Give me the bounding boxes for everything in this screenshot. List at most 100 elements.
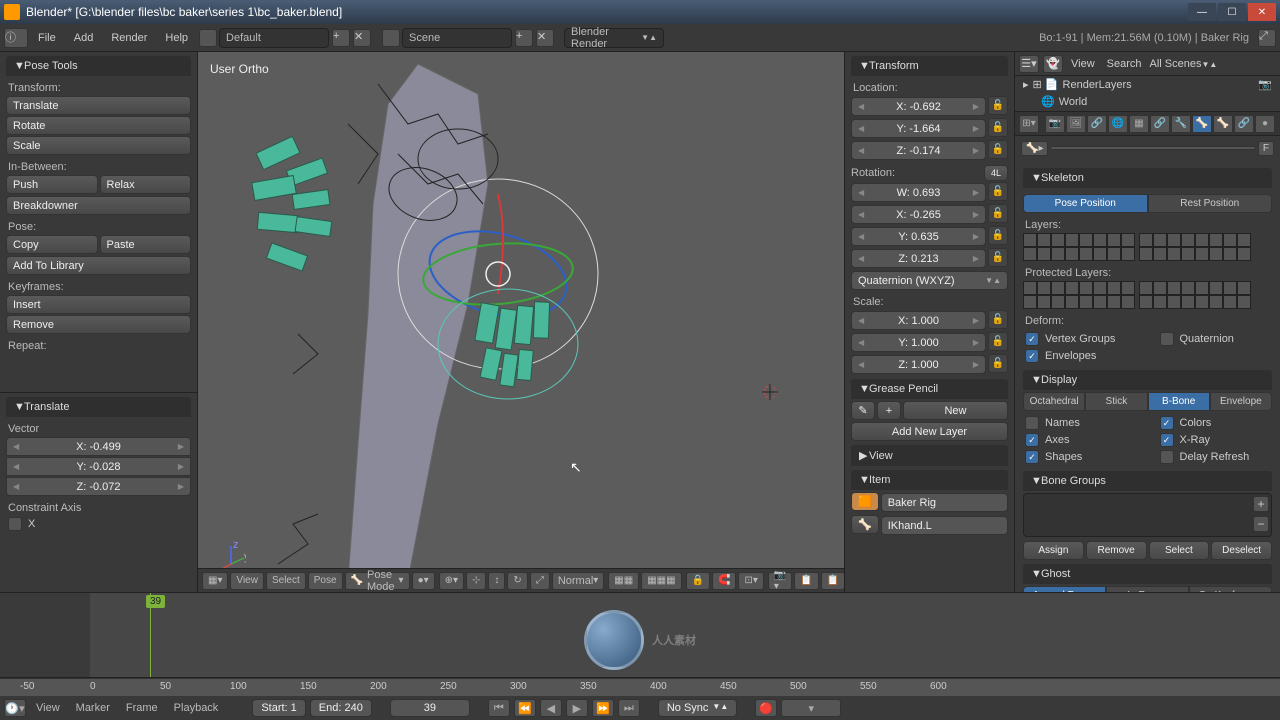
material-tab-icon[interactable]: ● (1255, 115, 1275, 133)
timeline-frame[interactable]: Frame (120, 700, 164, 716)
vector-x-field[interactable]: ◀X: -0.499▶ (6, 437, 191, 456)
vector-y-field[interactable]: ◀Y: -0.028▶ (6, 457, 191, 476)
scale-z-lock-icon[interactable]: 🔓 (988, 354, 1008, 373)
delay-refresh-checkbox[interactable] (1160, 450, 1174, 464)
rot-w-lock-icon[interactable]: 🔓 (988, 182, 1008, 201)
scale-y-field[interactable]: ◀Y: 1.000▶ (851, 333, 986, 352)
close-button[interactable]: ✕ (1248, 3, 1276, 21)
maximize-button[interactable]: ☐ (1218, 3, 1246, 21)
transform-panel-header[interactable]: ▼Transform (851, 56, 1008, 76)
scale-x-lock-icon[interactable]: 🔓 (988, 310, 1008, 329)
rot-y-lock-icon[interactable]: 🔓 (988, 226, 1008, 245)
outliner-row-renderlayers[interactable]: ▸⊞ 📄RenderLayers📷 (1015, 76, 1280, 93)
rot-x-lock-icon[interactable]: 🔓 (988, 204, 1008, 223)
paste-pose-icon[interactable]: 📋 (821, 572, 844, 590)
pose-position-tab[interactable]: Pose Position (1023, 194, 1148, 213)
outliner-editor-icon[interactable]: ☰▾ (1019, 55, 1039, 73)
modifiers-tab-icon[interactable]: 🔧 (1171, 115, 1191, 133)
display-envelope-tab[interactable]: Envelope (1210, 392, 1272, 411)
minimize-button[interactable]: — (1188, 3, 1216, 21)
menu-render[interactable]: Render (103, 28, 155, 48)
view-panel-header[interactable]: ▶View (851, 445, 1008, 466)
bonegroup-add-button[interactable]: + (1253, 496, 1269, 512)
current-frame-field[interactable]: 39 (390, 699, 470, 717)
3d-viewport[interactable]: User Ortho (39) Baker Rig:IKhand.L z y ▦… (198, 52, 844, 592)
outliner-search[interactable]: Search (1103, 58, 1146, 70)
loc-z-lock-icon[interactable]: 🔓 (988, 140, 1008, 159)
manipulator-rotate-icon[interactable]: ↻ (507, 572, 527, 590)
translate-button[interactable]: Translate (6, 96, 191, 115)
keyframe-next-icon[interactable]: ⏩ (592, 699, 614, 717)
bone-groups-header[interactable]: ▼Bone Groups (1023, 471, 1272, 491)
play-icon[interactable]: ▶ (566, 699, 588, 717)
snap-icon[interactable]: 🧲 (712, 572, 736, 590)
paste-pose-button[interactable]: Paste (100, 235, 192, 254)
display-header[interactable]: ▼Display (1023, 370, 1272, 390)
rot-z-lock-icon[interactable]: 🔓 (988, 248, 1008, 267)
autokey-icon[interactable]: 🔴 (755, 699, 777, 717)
properties-editor-icon[interactable]: ⊞▾ (1019, 115, 1039, 133)
bonegroup-deselect-button[interactable]: Deselect (1211, 541, 1272, 560)
menu-help[interactable]: Help (157, 28, 196, 48)
screen-layout-field[interactable]: Default (219, 28, 329, 48)
envelopes-checkbox[interactable]: ✓ (1025, 349, 1039, 363)
rotate-button[interactable]: Rotate (6, 116, 191, 135)
bone-constraint-tab-icon[interactable]: 🔗 (1234, 115, 1254, 133)
keying-set-dropdown[interactable]: ▾ (781, 699, 841, 717)
loc-x-field[interactable]: ◀X: -0.692▶ (851, 97, 986, 116)
jump-start-icon[interactable]: ⏮ (488, 699, 510, 717)
screen-delete-button[interactable]: ✕ (353, 29, 371, 47)
shapes-checkbox[interactable]: ✓ (1025, 450, 1039, 464)
layers-tab-icon[interactable]: 🖼 (1066, 115, 1086, 133)
names-checkbox[interactable] (1025, 416, 1039, 430)
armature-layers-grid[interactable] (1023, 233, 1272, 261)
bonegroup-select-button[interactable]: Select (1149, 541, 1210, 560)
rot-x-field[interactable]: ◀X: -0.265▶ (851, 205, 986, 224)
protected-layers-grid[interactable] (1023, 281, 1272, 309)
scale-z-field[interactable]: ◀Z: 1.000▶ (851, 355, 986, 374)
start-frame-field[interactable]: Start: 1 (252, 699, 305, 717)
display-octahedral-tab[interactable]: Octahedral (1023, 392, 1085, 411)
bone-tab-icon[interactable]: 🦴 (1213, 115, 1233, 133)
viewport-menu-select[interactable]: Select (266, 572, 306, 590)
constraint-x-checkbox[interactable] (8, 517, 22, 531)
viewport-menu-view[interactable]: View (230, 572, 264, 590)
copy-pose-icon[interactable]: 📋 (794, 572, 818, 590)
display-bbone-tab[interactable]: B-Bone (1148, 392, 1210, 411)
render-engine-dropdown[interactable]: Blender Render▼▲ (564, 28, 664, 48)
world-tab-icon[interactable]: 🌐 (1108, 115, 1128, 133)
grease-pencil-header[interactable]: ▼Grease Pencil (851, 379, 1008, 399)
operator-translate-header[interactable]: ▼Translate (6, 397, 191, 417)
orientation-dropdown[interactable]: Normal ▾ (552, 572, 604, 590)
scale-y-lock-icon[interactable]: 🔓 (988, 332, 1008, 351)
copy-pose-button[interactable]: Copy (6, 235, 98, 254)
timeline-view[interactable]: View (30, 700, 66, 716)
timeline-canvas[interactable]: 39 (0, 592, 1280, 678)
breadcrumb-fake-user[interactable]: F (1258, 141, 1274, 156)
add-to-library-button[interactable]: Add To Library (6, 256, 191, 275)
vertex-groups-checkbox[interactable]: ✓ (1025, 332, 1039, 346)
remove-keyframe-button[interactable]: Remove (6, 315, 191, 334)
quaternion-checkbox[interactable] (1160, 332, 1174, 346)
rotation-mode-dropdown[interactable]: Quaternion (WXYZ)▼▲ (851, 271, 1008, 290)
breadcrumb-armature-field[interactable] (1050, 146, 1255, 150)
object-tab-icon[interactable]: ▦ (1129, 115, 1149, 133)
item-object-field[interactable]: Baker Rig (881, 493, 1008, 512)
display-stick-tab[interactable]: Stick (1085, 392, 1147, 411)
bonegroup-remove-button[interactable]: − (1253, 516, 1269, 532)
rest-position-tab[interactable]: Rest Position (1148, 194, 1273, 213)
item-bone-field[interactable]: IKhand.L (881, 516, 1008, 535)
axes-checkbox[interactable]: ✓ (1025, 433, 1039, 447)
rot-w-field[interactable]: ◀W: 0.693▶ (851, 183, 986, 202)
snap-type-icon[interactable]: ⊡▾ (738, 572, 763, 590)
outliner-row-world[interactable]: 🌐World (1015, 93, 1280, 110)
rot-y-field[interactable]: ◀Y: 0.635▶ (851, 227, 986, 246)
gpencil-draw-icon[interactable]: ✎ (851, 401, 875, 420)
item-panel-header[interactable]: ▼Item (851, 470, 1008, 490)
play-reverse-icon[interactable]: ◀ (540, 699, 562, 717)
end-frame-field[interactable]: End: 240 (310, 699, 372, 717)
back-to-previous-button[interactable]: ⤢ (1258, 29, 1276, 47)
scale-button[interactable]: Scale (6, 136, 191, 155)
viewport-menu-pose[interactable]: Pose (308, 572, 343, 590)
keyframe-prev-icon[interactable]: ⏪ (514, 699, 536, 717)
